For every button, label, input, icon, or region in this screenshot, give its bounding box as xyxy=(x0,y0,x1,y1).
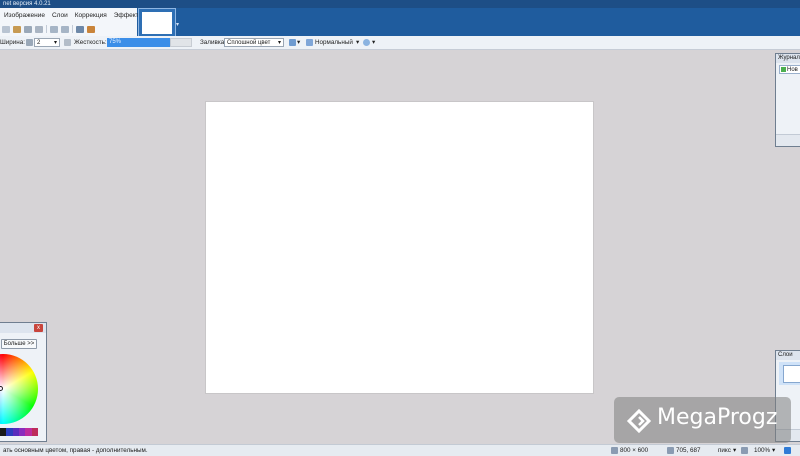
history-footer xyxy=(776,134,800,146)
quick-toolbar xyxy=(2,25,95,33)
blend-mode-select[interactable]: Нормальный xyxy=(315,39,353,46)
menu-bar: Изображение Слои Коррекция Эффекты ▾ xyxy=(0,8,800,44)
hardness-slider[interactable]: 75% xyxy=(107,38,170,47)
hardness-label: Жесткость: xyxy=(74,39,107,46)
color-wheel[interactable] xyxy=(0,354,38,424)
image-size: 800 × 600 xyxy=(620,447,649,454)
width-input[interactable]: 2 ▾ xyxy=(34,38,60,47)
chevron-down-icon[interactable]: ▾ xyxy=(278,39,281,47)
blend-mode-icon xyxy=(306,39,313,46)
history-title: Журнал xyxy=(776,54,800,63)
palette-titlebar: x xyxy=(0,323,46,333)
chevron-down-icon[interactable]: ▾ xyxy=(772,447,775,454)
paste-icon[interactable] xyxy=(13,25,21,33)
layers-title: Слои xyxy=(776,351,800,360)
color-wheel-saturation xyxy=(0,354,38,424)
menu-strip: Изображение Слои Коррекция Эффекты xyxy=(0,8,143,36)
zoom-slider-icon[interactable] xyxy=(784,447,791,454)
redo-icon[interactable] xyxy=(61,25,69,33)
width-label: Ширина: xyxy=(0,39,26,46)
history-item[interactable]: Нов xyxy=(779,65,800,74)
alpha-icon[interactable] xyxy=(363,39,370,46)
new-image-icon xyxy=(781,67,786,72)
grid-icon[interactable] xyxy=(76,25,84,33)
crop-icon[interactable] xyxy=(24,25,32,33)
menu-item-adjustments[interactable]: Коррекция xyxy=(75,12,107,19)
tool-options-bar: Ширина: 2 ▾ Жесткость: 75% Заливка: Спло… xyxy=(0,36,800,50)
zoom-icon[interactable] xyxy=(741,447,748,454)
separator xyxy=(72,25,73,33)
chevron-down-icon[interactable]: ▾ xyxy=(372,39,375,46)
swatch[interactable] xyxy=(31,428,38,436)
width-value: 2 xyxy=(37,40,41,46)
title-bar: net версия 4.0.21 xyxy=(0,0,800,8)
cursor-icon xyxy=(667,447,674,454)
zoom-level[interactable]: 100% xyxy=(754,447,770,454)
tab-list-chevron-icon[interactable]: ▾ xyxy=(176,21,181,28)
menu-item-layers[interactable]: Слои xyxy=(52,12,68,19)
status-hint: ать основным цветом, правая - дополнител… xyxy=(3,447,148,454)
hardness-value: 75% xyxy=(109,39,122,45)
curve-icon[interactable] xyxy=(289,39,296,46)
layer-thumbnail xyxy=(783,365,800,383)
window-title: net версия 4.0.21 xyxy=(3,1,51,7)
chevron-down-icon[interactable]: ▾ xyxy=(356,39,359,46)
status-bar: ать основным цветом, правая - дополнител… xyxy=(0,444,800,456)
palette-panel: x Больше >> xyxy=(0,322,47,442)
menu-item-image[interactable]: Изображение xyxy=(4,12,45,19)
tools-icon[interactable] xyxy=(87,25,95,33)
megaprogz-logo-icon xyxy=(626,408,652,433)
hardness-slider-track[interactable] xyxy=(170,38,192,47)
chevron-down-icon[interactable]: ▾ xyxy=(297,39,300,46)
image-size-icon xyxy=(611,447,618,454)
history-panel: Журнал Нов xyxy=(775,53,800,147)
separator xyxy=(46,25,47,33)
fill-label: Заливка: xyxy=(200,39,226,46)
antialias-icon[interactable] xyxy=(64,39,71,46)
image-canvas[interactable] xyxy=(206,102,593,393)
watermark-text: MegaProgz xyxy=(657,405,778,430)
close-icon[interactable]: x xyxy=(34,324,43,332)
chevron-down-icon[interactable]: ▾ xyxy=(733,447,736,454)
document-thumbnail xyxy=(142,12,172,34)
units-select[interactable]: пикс xyxy=(718,447,731,454)
fill-value: Сплошной цвет xyxy=(227,40,271,46)
watermark: MegaProgz xyxy=(614,397,791,443)
undo-icon[interactable] xyxy=(50,25,58,33)
history-item-label: Нов xyxy=(787,67,798,73)
menu-row: Изображение Слои Коррекция Эффекты xyxy=(4,12,143,19)
deselect-icon[interactable] xyxy=(35,25,43,33)
palette-swatches[interactable] xyxy=(0,428,38,436)
brush-width-icon xyxy=(26,39,33,46)
copy-icon[interactable] xyxy=(2,25,10,33)
chevron-down-icon[interactable]: ▾ xyxy=(54,39,57,47)
more-button[interactable]: Больше >> xyxy=(1,339,37,349)
fill-select[interactable]: Сплошной цвет ▾ xyxy=(224,38,284,47)
cursor-position: 705, 687 xyxy=(676,447,701,454)
